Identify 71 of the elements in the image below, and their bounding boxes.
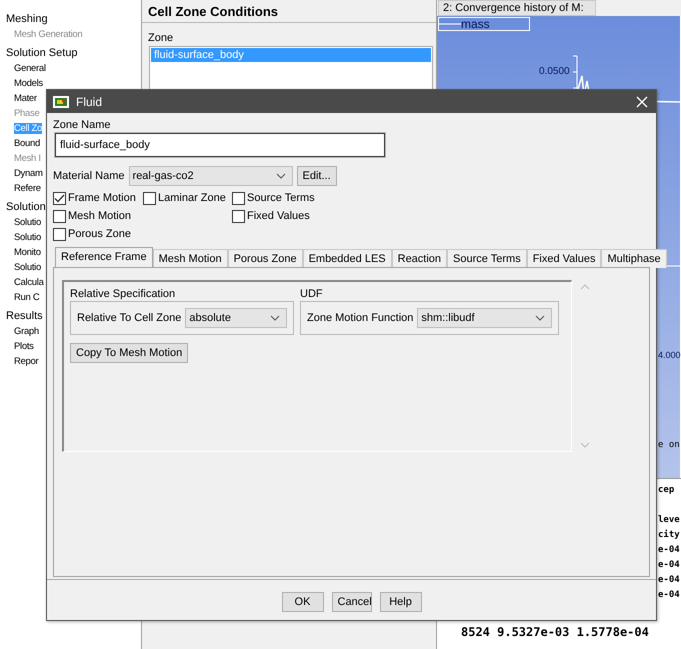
tree-item[interactable]: Models — [14, 78, 43, 89]
tab[interactable]: Mesh Motion — [152, 249, 228, 268]
checkbox-label: Mesh Motion — [68, 210, 131, 222]
console-text: e-04 — [658, 575, 680, 585]
field-label: Material Name — [53, 170, 125, 182]
tree-item[interactable]: Monito — [14, 247, 41, 258]
tab[interactable]: Fixed Values — [526, 249, 602, 268]
console-text: city — [658, 530, 680, 540]
plot-caption: e on — [658, 440, 680, 450]
field-label: Zone Name — [53, 119, 112, 132]
panel-title: Cell Zone Conditions — [142, 0, 436, 23]
dialog-button[interactable]: OK — [282, 592, 324, 612]
relative-zone-dropdown[interactable]: absolute — [185, 308, 287, 328]
tab[interactable]: Source Terms — [447, 249, 527, 268]
dialog-button[interactable]: Help — [380, 592, 422, 612]
tab[interactable]: Reference Frame — [55, 247, 153, 268]
tree-item[interactable]: Dynam — [14, 168, 43, 179]
zone-name-field[interactable]: fluid-surface_body — [55, 133, 385, 158]
console-text: cep — [658, 485, 674, 495]
axis-tick-label: 0.0500 — [539, 66, 570, 77]
motion-function-dropdown[interactable]: shm::libudf — [417, 308, 552, 328]
tab[interactable]: Porous Zone — [228, 249, 303, 268]
console-text: e-04 — [658, 545, 680, 555]
group-title: Relative Specification — [70, 288, 176, 300]
tree-item[interactable]: Meshing — [6, 13, 48, 25]
material-dropdown[interactable]: real-gas-co2 — [128, 166, 293, 186]
copy-button[interactable]: Copy To Mesh Motion — [70, 343, 188, 364]
checkbox-label: Source Terms — [247, 192, 315, 204]
app-icon — [53, 96, 69, 108]
tree-item[interactable]: Run C — [14, 292, 40, 303]
checkbox[interactable] — [232, 192, 245, 205]
checkbox-label: Frame Motion — [68, 192, 136, 204]
legend-label: mass — [461, 17, 490, 31]
tree-item[interactable]: Bound — [14, 138, 40, 149]
group-title: UDF — [300, 288, 324, 300]
field-label: Zone Motion Function — [307, 312, 414, 324]
checkbox-label: Porous Zone — [68, 228, 131, 240]
checkbox[interactable] — [53, 210, 66, 223]
console-text: 8524 9.5327e-03 1.5778e-04 — [461, 625, 650, 640]
close-icon[interactable] — [636, 96, 648, 108]
field-label: Relative To Cell Zone — [77, 312, 182, 324]
checkbox[interactable] — [232, 210, 245, 223]
tree-item[interactable]: Plots — [14, 341, 34, 352]
tree-item[interactable]: Refere — [14, 183, 41, 194]
tree-item[interactable]: General — [14, 63, 46, 74]
checkbox[interactable] — [53, 228, 66, 241]
dialog-title: Fluid — [76, 94, 104, 109]
edit-button[interactable]: Edit... — [296, 166, 337, 186]
zone-label: Zone — [147, 31, 174, 46]
console-text: leve — [658, 515, 680, 525]
tree-item[interactable]: Solutio — [14, 217, 41, 228]
plot-dropdown[interactable]: 2: Convergence history of M: — [438, 0, 596, 16]
tree-item[interactable]: Solutio — [14, 232, 41, 243]
dialog-button[interactable]: Cancel — [332, 592, 372, 612]
checkbox[interactable] — [143, 192, 156, 205]
console-text: e-04 — [658, 560, 680, 570]
tree-item[interactable]: Calcula — [14, 277, 44, 288]
tab[interactable]: Reaction — [392, 249, 448, 268]
checkbox-label: Laminar Zone — [158, 192, 226, 204]
tree-item[interactable]: Mater — [14, 93, 37, 104]
tree-item[interactable]: Graph — [14, 326, 39, 337]
checkbox[interactable] — [53, 192, 66, 205]
console-text: e-04 — [658, 590, 680, 600]
tree-item[interactable]: Results — [6, 310, 43, 322]
tree-item[interactable]: Solution Setup — [6, 47, 78, 59]
tree-item[interactable]: Solutio — [14, 262, 41, 273]
tab[interactable]: Embedded LES — [302, 249, 392, 268]
tab[interactable]: Multiphase — [601, 249, 667, 268]
tree-item[interactable]: Repor — [14, 356, 38, 367]
tree-item[interactable]: Solution — [6, 201, 46, 213]
checkbox-label: Fixed Values — [247, 210, 310, 222]
